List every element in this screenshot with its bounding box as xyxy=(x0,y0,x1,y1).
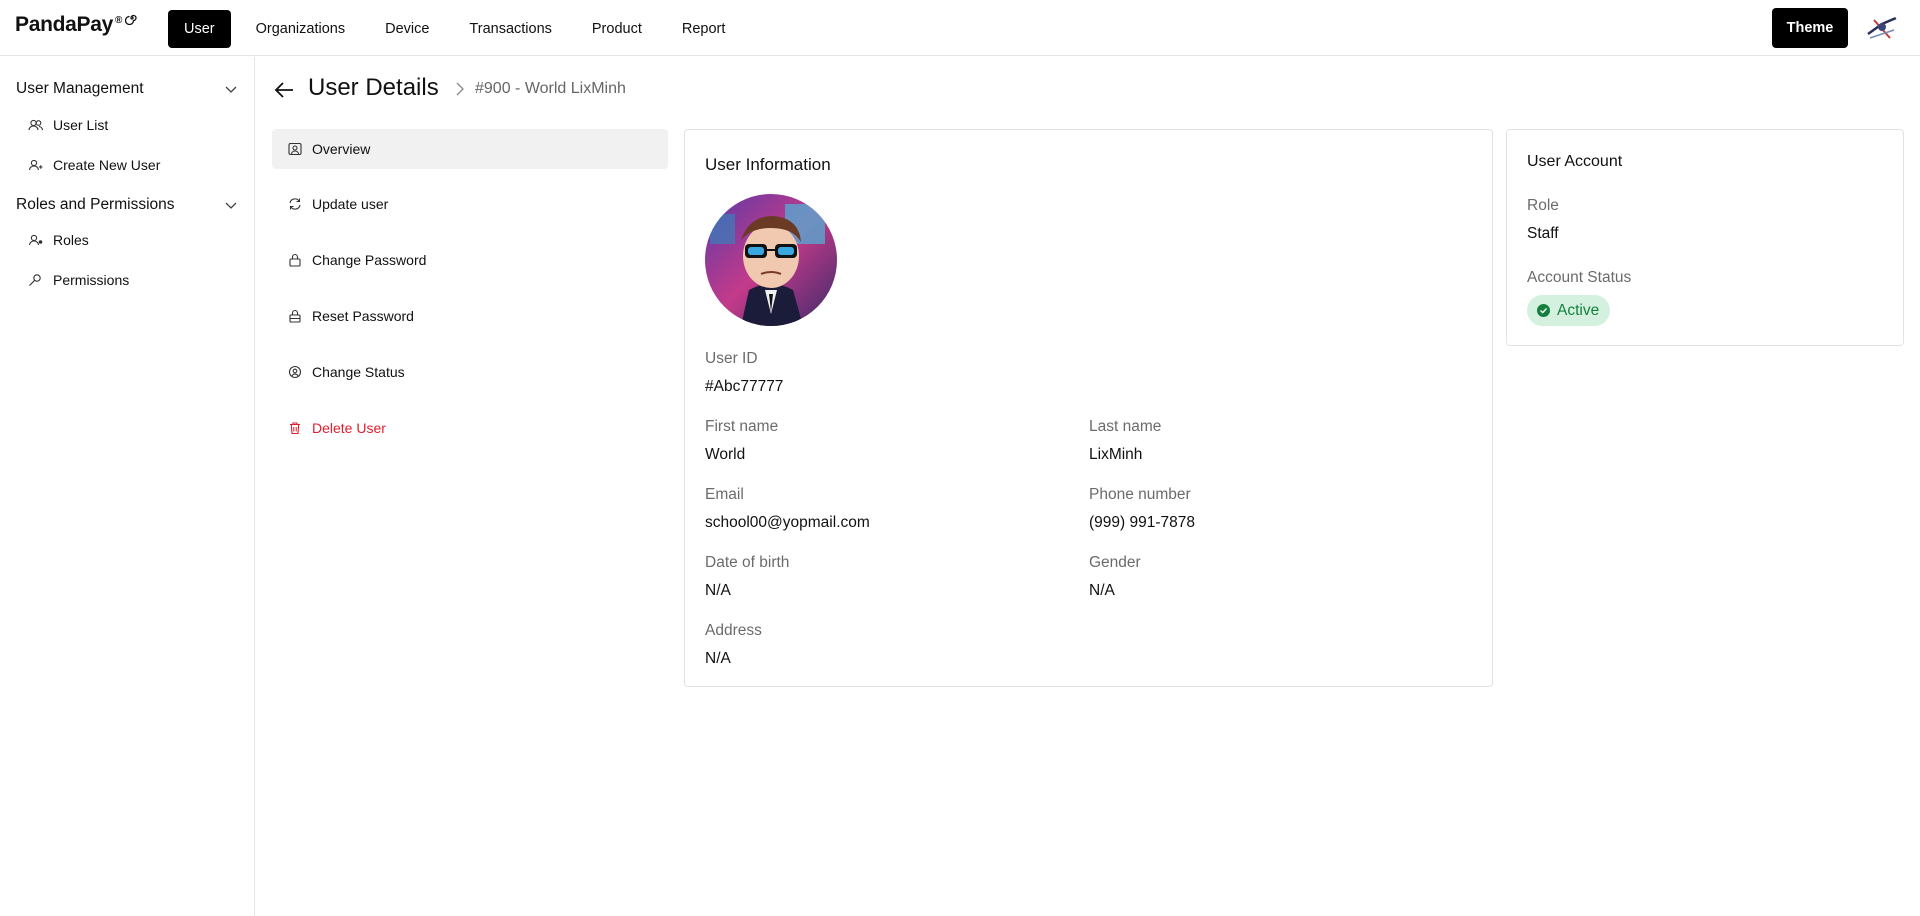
user-profile-photo xyxy=(705,194,837,326)
user-id-label: User ID xyxy=(705,350,758,367)
check-circle-icon xyxy=(1537,304,1550,317)
sidebar-item-permissions[interactable]: Permissions xyxy=(27,269,129,291)
user-square-icon xyxy=(288,142,302,156)
page-title: User Details xyxy=(308,74,439,101)
theme-button[interactable]: Theme xyxy=(1772,8,1848,48)
brand-logo[interactable]: PandaPay ® xyxy=(15,13,139,37)
user-plus-icon xyxy=(27,157,43,173)
avatar-image xyxy=(1864,12,1900,44)
brand-mark: ® xyxy=(115,15,123,26)
role-value: Staff xyxy=(1527,225,1559,242)
phone-value: (999) 991-7878 xyxy=(1089,514,1195,531)
last-name-value: LixMinh xyxy=(1089,446,1143,463)
sidebar-group-roles-permissions[interactable]: Roles and Permissions xyxy=(16,193,238,217)
spiral-icon xyxy=(125,14,137,25)
user-role-icon xyxy=(27,232,43,248)
nav-organizations[interactable]: Organizations xyxy=(241,10,360,48)
user-account-card: User Account Role Staff Account Status A… xyxy=(1506,129,1904,346)
address-label: Address xyxy=(705,622,762,639)
user-avatar[interactable] xyxy=(1864,12,1900,44)
tab-overview[interactable]: Overview xyxy=(272,129,668,169)
tab-label: Delete User xyxy=(312,420,386,436)
brand-name: PandaPay xyxy=(15,13,113,36)
sidebar-item-label: User List xyxy=(53,117,109,133)
user-id-value: #Abc77777 xyxy=(705,378,784,395)
tab-change-password[interactable]: Change Password xyxy=(272,240,668,280)
breadcrumb: #900 - World LixMinh xyxy=(475,80,626,97)
refresh-icon xyxy=(288,197,302,211)
card-title: User Information xyxy=(705,155,831,174)
tab-change-status[interactable]: Change Status xyxy=(272,352,668,392)
sidebar-group-label: Roles and Permissions xyxy=(16,196,175,213)
sidebar-item-label: Roles xyxy=(53,232,89,248)
chevron-right-icon xyxy=(456,82,464,96)
account-status-label: Account Status xyxy=(1527,269,1632,286)
nav-transactions[interactable]: Transactions xyxy=(454,10,566,48)
first-name-label: First name xyxy=(705,418,779,435)
tab-reset-password[interactable]: Reset Password xyxy=(272,296,668,336)
chevron-down-icon xyxy=(225,202,237,209)
gender-label: Gender xyxy=(1089,554,1141,571)
back-arrow-icon[interactable] xyxy=(273,79,295,101)
tab-label: Overview xyxy=(312,141,371,157)
sidebar-group-user-management[interactable]: User Management xyxy=(16,77,238,101)
key-icon xyxy=(27,272,43,288)
sidebar-item-roles[interactable]: Roles xyxy=(27,229,89,251)
nav-user[interactable]: User xyxy=(168,10,231,48)
main-nav: User Organizations Device Transactions P… xyxy=(168,10,750,48)
sidebar-item-label: Create New User xyxy=(53,157,161,173)
tab-delete-user[interactable]: Delete User xyxy=(272,408,668,448)
lock-icon xyxy=(288,253,302,267)
sidebar-item-user-list[interactable]: User List xyxy=(27,114,108,136)
sidebar-item-label: Permissions xyxy=(53,272,130,288)
nav-product[interactable]: Product xyxy=(577,10,657,48)
phone-label: Phone number xyxy=(1089,486,1191,503)
tab-label: Reset Password xyxy=(312,308,414,324)
sidebar: User Management User List Create New Use… xyxy=(0,57,255,916)
tab-label: Update user xyxy=(312,196,389,212)
user-information-card: User Information User ID #Abc77777 First… xyxy=(684,129,1493,687)
address-value: N/A xyxy=(705,650,731,667)
dob-value: N/A xyxy=(705,582,731,599)
top-navbar: PandaPay ® User Organizations Device Tra… xyxy=(0,0,1920,56)
sidebar-group-label: User Management xyxy=(16,80,144,97)
email-label: Email xyxy=(705,486,744,503)
tab-label: Change Password xyxy=(312,252,427,268)
nav-device[interactable]: Device xyxy=(370,10,444,48)
gender-value: N/A xyxy=(1089,582,1115,599)
status-icon xyxy=(288,365,302,379)
role-label: Role xyxy=(1527,197,1559,214)
tab-update-user[interactable]: Update user xyxy=(272,184,668,224)
first-name-value: World xyxy=(705,446,746,463)
status-badge-label: Active xyxy=(1557,301,1600,319)
tab-label: Change Status xyxy=(312,364,405,380)
sidebar-item-create-new-user[interactable]: Create New User xyxy=(27,154,160,176)
dob-label: Date of birth xyxy=(705,554,790,571)
status-badge: Active xyxy=(1527,295,1611,326)
last-name-label: Last name xyxy=(1089,418,1162,435)
profile-illustration xyxy=(705,194,837,326)
users-icon xyxy=(27,117,43,133)
card-title: User Account xyxy=(1527,153,1623,170)
chevron-down-icon xyxy=(225,86,237,93)
nav-report[interactable]: Report xyxy=(667,10,741,48)
email-value: school00@yopmail.com xyxy=(705,514,870,531)
trash-icon xyxy=(288,421,302,435)
lock-reset-icon xyxy=(288,309,302,323)
